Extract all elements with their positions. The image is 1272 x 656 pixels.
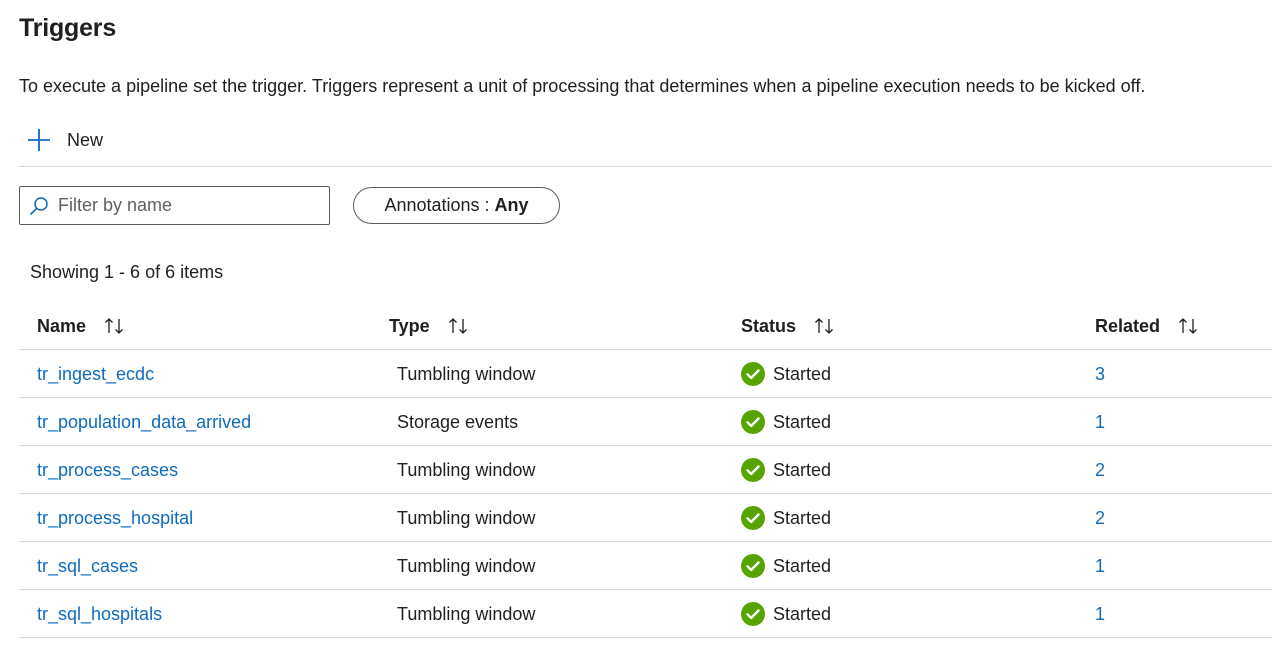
column-header-label: Related bbox=[1095, 315, 1161, 336]
toolbar-divider bbox=[19, 166, 1272, 167]
trigger-name-link[interactable]: tr_ingest_ecdc bbox=[37, 350, 154, 398]
trigger-type: Tumbling window bbox=[397, 603, 536, 624]
table-header: Name Type Status Related bbox=[19, 302, 1272, 350]
trigger-type: Tumbling window bbox=[397, 363, 536, 384]
triggers-page: Triggers To execute a pipeline set the t… bbox=[0, 0, 1272, 656]
checkmark-circle-icon bbox=[741, 506, 765, 530]
sort-arrows-icon bbox=[448, 318, 467, 334]
column-header-name[interactable]: Name bbox=[37, 302, 126, 350]
related-count-link[interactable]: 2 bbox=[1095, 446, 1105, 494]
filter-by-name-input[interactable] bbox=[58, 195, 329, 216]
trigger-type: Tumbling window bbox=[397, 459, 536, 480]
status-label: Started bbox=[773, 507, 832, 528]
table-row: tr_ingest_ecdc Tumbling window Started 3 bbox=[19, 350, 1272, 398]
related-count-link[interactable]: 1 bbox=[1095, 398, 1105, 446]
annotations-filter-pill[interactable]: Annotations : Any bbox=[353, 187, 560, 224]
trigger-name-link[interactable]: tr_process_cases bbox=[37, 446, 178, 494]
annotations-filter-label: Annotations : bbox=[384, 195, 490, 215]
trigger-name-link[interactable]: tr_sql_cases bbox=[37, 542, 138, 590]
trigger-status: Started bbox=[741, 350, 831, 398]
column-header-label: Status bbox=[741, 315, 797, 336]
page-description: To execute a pipeline set the trigger. T… bbox=[19, 76, 1146, 96]
sort-arrows-icon bbox=[1179, 318, 1197, 334]
trigger-status: Started bbox=[741, 590, 831, 638]
status-label: Started bbox=[773, 555, 832, 576]
checkmark-circle-icon bbox=[741, 410, 765, 434]
trigger-status: Started bbox=[741, 398, 831, 446]
column-header-type[interactable]: Type bbox=[389, 302, 470, 350]
checkmark-circle-icon bbox=[741, 554, 765, 578]
status-label: Started bbox=[773, 411, 832, 432]
checkmark-circle-icon bbox=[741, 458, 765, 482]
table-row: tr_process_hospital Tumbling window Star… bbox=[19, 494, 1272, 542]
status-label: Started bbox=[773, 459, 832, 480]
filter-by-name-field[interactable] bbox=[19, 186, 330, 225]
checkmark-circle-icon bbox=[741, 362, 765, 386]
table-row: tr_sql_hospitals Tumbling window Started… bbox=[19, 590, 1272, 638]
related-count-link[interactable]: 1 bbox=[1095, 542, 1105, 590]
related-count-link[interactable]: 1 bbox=[1095, 590, 1105, 638]
related-count-link[interactable]: 3 bbox=[1095, 350, 1105, 398]
trigger-status: Started bbox=[741, 494, 831, 542]
plus-icon bbox=[28, 129, 50, 151]
status-label: Started bbox=[773, 363, 832, 384]
trigger-name-link[interactable]: tr_population_data_arrived bbox=[37, 398, 251, 446]
status-label: Started bbox=[773, 603, 832, 624]
page-title: Triggers bbox=[19, 14, 117, 42]
trigger-type: Storage events bbox=[397, 411, 519, 432]
items-count: Showing 1 - 6 of 6 items bbox=[30, 262, 224, 282]
table-row: tr_process_cases Tumbling window Started… bbox=[19, 446, 1272, 494]
column-header-label: Type bbox=[389, 315, 430, 336]
trigger-name-link[interactable]: tr_process_hospital bbox=[37, 494, 193, 542]
search-icon bbox=[30, 196, 48, 215]
trigger-type: Tumbling window bbox=[397, 555, 536, 576]
checkmark-circle-icon bbox=[741, 602, 765, 626]
trigger-status: Started bbox=[741, 542, 831, 590]
sort-arrows-icon bbox=[105, 318, 123, 334]
trigger-type: Tumbling window bbox=[397, 507, 536, 528]
trigger-name-link[interactable]: tr_sql_hospitals bbox=[37, 590, 162, 638]
table-row: tr_sql_cases Tumbling window Started 1 bbox=[19, 542, 1272, 590]
new-button-label: New bbox=[67, 129, 104, 150]
annotations-filter-value: Any bbox=[494, 195, 529, 215]
trigger-status: Started bbox=[741, 446, 831, 494]
column-header-label: Name bbox=[37, 315, 87, 336]
column-header-related[interactable]: Related bbox=[1095, 302, 1200, 350]
related-count-link[interactable]: 2 bbox=[1095, 494, 1105, 542]
sort-arrows-icon bbox=[815, 318, 833, 334]
triggers-table: Name Type Status Related tr_ingest_ecdc … bbox=[19, 302, 1272, 638]
table-row: tr_population_data_arrived Storage event… bbox=[19, 398, 1272, 446]
column-header-status[interactable]: Status bbox=[741, 302, 836, 350]
new-trigger-button[interactable]: New bbox=[26, 124, 103, 156]
